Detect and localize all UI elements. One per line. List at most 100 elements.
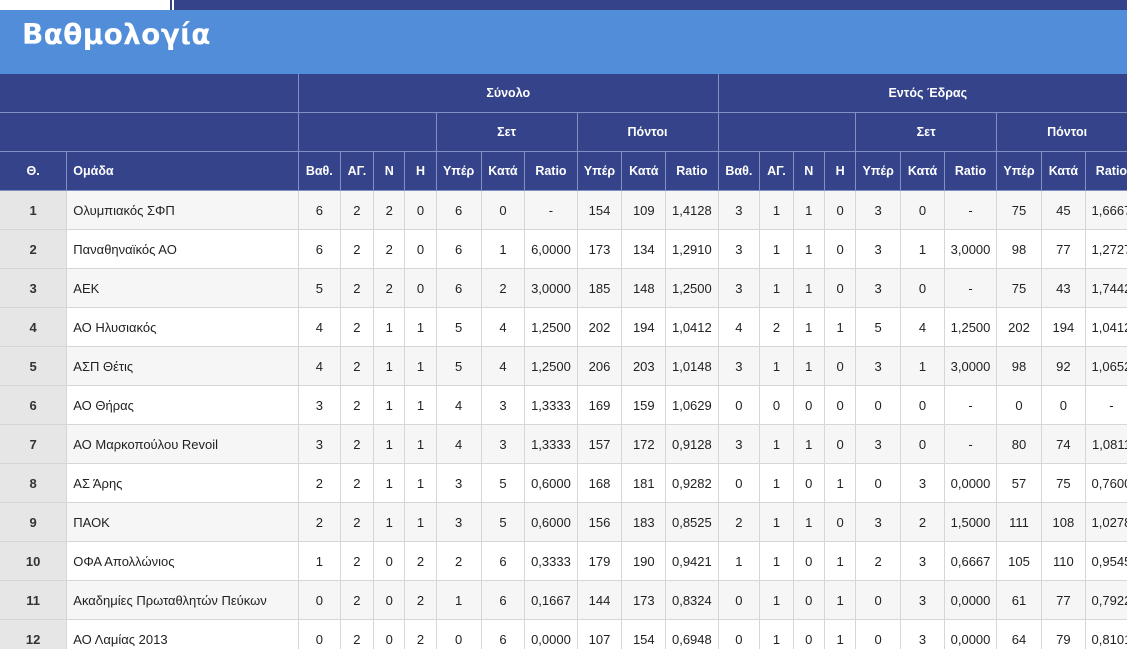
stat-cell: 74	[1041, 424, 1086, 464]
standings-table-container[interactable]: Σύνολο Εντός Έδρας Σετ Πόντοι Σετ Πόντοι…	[0, 74, 1127, 649]
column-header[interactable]: Υπέρ	[996, 151, 1042, 191]
stat-cell: 144	[577, 580, 623, 620]
column-header[interactable]: Κατά	[481, 151, 526, 191]
header-subgroup-home-points: Πόντοι	[996, 112, 1127, 152]
column-header[interactable]: Ν	[793, 151, 825, 191]
team-name-cell[interactable]: Ολυμπιακός ΣΦΠ	[66, 190, 299, 230]
team-name-cell[interactable]: ΟΦΑ Απολλώνιος	[66, 541, 299, 581]
stat-cell: 2	[340, 385, 375, 425]
stat-cell: 75	[996, 268, 1042, 308]
stat-cell: 45	[1041, 190, 1086, 230]
stat-cell: 0	[900, 424, 945, 464]
position-cell: 3	[0, 268, 68, 308]
stat-cell: 3	[855, 229, 902, 269]
header-subgroup-home-record	[718, 112, 857, 152]
stat-cell: 1,3333	[524, 424, 578, 464]
stat-cell: 4	[900, 307, 945, 347]
stat-cell: 0,8101	[1085, 619, 1127, 649]
column-header[interactable]: ΑΓ.	[759, 151, 794, 191]
header-row-groups: Σύνολο Εντός Έδρας	[0, 74, 1127, 113]
stat-cell: 0	[404, 268, 437, 308]
column-header[interactable]: Κατά	[621, 151, 667, 191]
stat-cell: 2	[340, 346, 375, 386]
column-header[interactable]: Ν	[373, 151, 406, 191]
stat-cell: 0,9545	[1085, 541, 1127, 581]
stat-cell: 2	[404, 619, 437, 649]
stat-cell: 2	[298, 463, 341, 503]
stat-cell: 92	[1041, 346, 1086, 386]
team-name-cell[interactable]: ΠΑΟΚ	[66, 502, 299, 542]
stat-cell: 1	[404, 463, 437, 503]
stat-cell: 206	[577, 346, 623, 386]
stat-cell: 0	[996, 385, 1042, 425]
top-strip-divider	[170, 0, 172, 10]
stat-cell: 0,7922	[1085, 580, 1127, 620]
stat-cell: 2	[340, 541, 375, 581]
stat-cell: 1	[793, 190, 825, 230]
column-header[interactable]: Η	[824, 151, 857, 191]
stat-cell: -	[944, 268, 998, 308]
stat-cell: 194	[1041, 307, 1086, 347]
page-header: Βαθμολογία	[0, 10, 1127, 74]
stat-cell: 0	[298, 580, 341, 620]
column-header[interactable]: Η	[404, 151, 437, 191]
stat-cell: 3	[718, 229, 761, 269]
stat-cell: 4	[481, 307, 526, 347]
stat-cell: 3	[481, 385, 526, 425]
stat-cell: 1	[824, 307, 857, 347]
stat-cell: 0	[855, 463, 902, 503]
table-row: 3 ΑΕΚ 5 2 2 0 6 2 3,0000 185 148 1,2500 3 1 1 0 3 0-75 43 1…	[0, 268, 1127, 308]
stat-cell: 1	[793, 229, 825, 269]
stat-cell: 3	[298, 424, 341, 464]
stat-cell: 1	[718, 541, 761, 581]
position-cell: 10	[0, 541, 68, 581]
stat-cell: 3	[718, 424, 761, 464]
stat-cell: 1	[481, 229, 526, 269]
stat-cell: 3	[855, 190, 902, 230]
stat-cell: 1	[793, 502, 825, 542]
stat-cell: 3	[855, 346, 902, 386]
column-header[interactable]: Υπέρ	[577, 151, 623, 191]
column-header[interactable]: Ratio	[944, 151, 998, 191]
column-header[interactable]: Ratio	[524, 151, 578, 191]
team-name-cell[interactable]: ΑΟ Θήρας	[66, 385, 299, 425]
stat-cell: -	[1085, 385, 1127, 425]
header-row-columns: Θ. Ομάδα Βαθ. ΑΓ. Ν Η Υπέρ Κατά Ratio Υπέρ Κατά Rat…	[0, 151, 1127, 191]
stat-cell: 0,8525	[665, 502, 719, 542]
table-row: 6 ΑΟ Θήρας 3 2 1 1 4 3 1,3333 169 159 1,0629 0 0 0 0 0 0-…	[0, 385, 1127, 425]
column-header[interactable]: Υπέρ	[436, 151, 482, 191]
column-header[interactable]: Βαθ.	[298, 151, 341, 191]
team-name-cell[interactable]: ΑΣΠ Θέτις	[66, 346, 299, 386]
stat-cell: 202	[577, 307, 623, 347]
stat-cell: 1	[900, 229, 945, 269]
stat-cell: 1	[404, 502, 437, 542]
stat-cell: 202	[996, 307, 1042, 347]
column-header[interactable]: Ομάδα	[66, 151, 299, 191]
column-header[interactable]: Κατά	[1041, 151, 1086, 191]
page-title: Βαθμολογία	[22, 18, 211, 51]
team-name-cell[interactable]: ΑΕΚ	[66, 268, 299, 308]
team-name-cell[interactable]: Παναθηναϊκός ΑΟ	[66, 229, 299, 269]
stat-cell: 154	[621, 619, 667, 649]
column-header[interactable]: Θ.	[0, 151, 68, 191]
team-name-cell[interactable]: ΑΣ Άρης	[66, 463, 299, 503]
column-header[interactable]: ΑΓ.	[340, 151, 375, 191]
column-header[interactable]: Κατά	[900, 151, 945, 191]
team-name-cell[interactable]: ΑΟ Μαρκοπούλου Revoil	[66, 424, 299, 464]
team-name-cell[interactable]: ΑΟ Ηλυσιακός	[66, 307, 299, 347]
stat-cell: 1	[759, 190, 794, 230]
team-name-cell[interactable]: Ακαδημίες Πρωταθλητών Πεύκων	[66, 580, 299, 620]
stat-cell: 3	[855, 424, 902, 464]
stat-cell: 2	[340, 268, 375, 308]
column-header[interactable]: Ratio	[1085, 151, 1127, 191]
stat-cell: 0	[373, 580, 406, 620]
column-header[interactable]: Βαθ.	[718, 151, 761, 191]
team-name-cell[interactable]: ΑΟ Λαμίας 2013	[66, 619, 299, 649]
column-header[interactable]: Υπέρ	[855, 151, 902, 191]
stat-cell: 2	[759, 307, 794, 347]
stat-cell: 0	[824, 229, 857, 269]
stat-cell: 2	[718, 502, 761, 542]
stat-cell: 0,3333	[524, 541, 578, 581]
column-header[interactable]: Ratio	[665, 151, 719, 191]
stat-cell: -	[944, 385, 998, 425]
